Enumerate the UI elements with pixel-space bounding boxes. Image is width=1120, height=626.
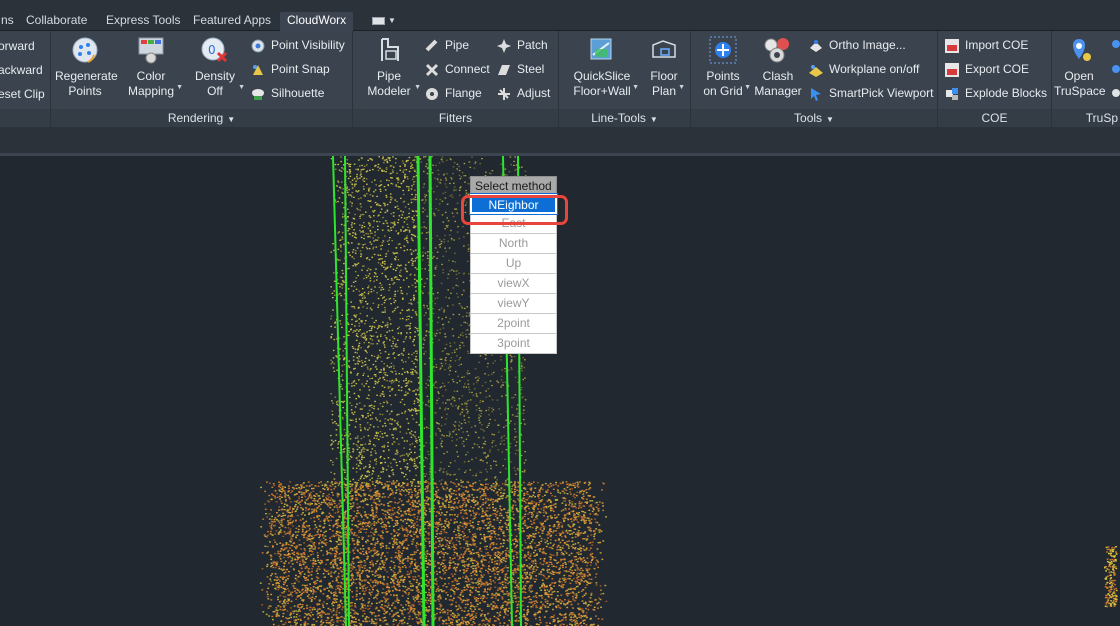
chevron-down-icon: ▼ <box>414 84 421 91</box>
menu-item-up[interactable]: Up <box>470 254 557 274</box>
line-tools-panel-title[interactable]: Line-Tools ▼ <box>559 109 690 127</box>
point-visibility-button[interactable]: Point Visibility <box>250 36 345 56</box>
explode-blocks-button[interactable]: Explode Blocks <box>944 84 1047 104</box>
adjust-button[interactable]: Adjust <box>496 84 550 104</box>
steel-icon <box>498 64 510 75</box>
chevron-down-icon: ▼ <box>238 84 245 91</box>
regenerate-icon <box>72 37 98 63</box>
rendering-panel-title[interactable]: Rendering ▼ <box>51 109 352 127</box>
points-on-grid-icon <box>709 36 737 64</box>
silhouette-button[interactable]: Silhouette <box>250 84 324 104</box>
floor-plan-icon <box>652 40 676 58</box>
smartpick-icon <box>811 87 821 101</box>
truspace-panel: Open TruSpace TruSp <box>1052 31 1120 127</box>
menu-item-viewx[interactable]: viewX <box>470 274 557 294</box>
drawing-viewport[interactable] <box>0 156 1120 626</box>
menu-item-east[interactable]: East <box>470 214 557 234</box>
tab-express-tools[interactable]: Express Tools <box>102 12 184 31</box>
ortho-image-button[interactable]: Ortho Image... <box>808 36 906 56</box>
connect-icon <box>425 63 439 76</box>
menu-item-3point[interactable]: 3point <box>470 334 557 354</box>
open-truspace-button[interactable]: Open TruSpace <box>1054 35 1106 99</box>
chevron-down-icon: ▼ <box>227 115 236 124</box>
truspace-panel-title: TruSp <box>1052 109 1120 127</box>
pipe-icon <box>425 39 438 52</box>
menu-title: Select method <box>470 176 557 194</box>
menu-item-north[interactable]: North <box>470 234 557 254</box>
tools-panel: Points on Grid ▼ Clash Manager Ortho Ima… <box>691 31 938 127</box>
truspace-extra-icons <box>1112 40 1120 97</box>
density-off-button[interactable]: 0 Density Off ▼ <box>189 35 245 99</box>
explode-blocks-icon <box>946 87 958 100</box>
coe-panel-title: COE <box>938 109 1051 127</box>
adjust-icon <box>498 87 510 100</box>
chevron-down-icon: ▼ <box>176 84 183 91</box>
rendering-panel: Regenerate Points Color Mapping ▼ 0 Dens… <box>51 31 353 127</box>
patch-icon <box>497 38 511 53</box>
flange-icon <box>426 87 438 100</box>
ortho-image-icon <box>810 39 822 52</box>
patch-button[interactable]: Patch <box>496 36 548 56</box>
fitters-panel: Pipe Modeler ▼ Pipe Connect Flange Patch… <box>353 31 559 127</box>
chevron-down-icon: ▼ <box>744 84 751 91</box>
connect-button[interactable]: Connect <box>424 60 490 80</box>
tab-ns[interactable]: ns <box>0 12 18 31</box>
point-cloud <box>259 156 1118 626</box>
workplane-toggle-button[interactable]: Workplane on/off <box>808 60 919 80</box>
import-coe-button[interactable]: Import COE <box>944 36 1028 56</box>
fitters-panel-title: Fitters <box>353 109 558 127</box>
tab-cloudworx[interactable]: CloudWorx <box>280 12 354 31</box>
select-method-menu: Select method NEighbor East North Up vie… <box>469 176 558 354</box>
clip-panel: orward ackward eset Clip <box>0 31 51 127</box>
chevron-down-icon: ▼ <box>649 115 658 124</box>
workplane-icon <box>809 64 823 77</box>
floor-plan-button[interactable]: Floor Plan ▼ <box>647 35 685 99</box>
quickslice-icon <box>590 38 612 60</box>
density-icon: 0 <box>201 37 228 63</box>
import-coe-icon <box>945 38 959 53</box>
chevron-down-icon: ▼ <box>678 84 685 91</box>
ribbon-bottom-strip <box>0 127 1120 153</box>
ribbon-tab-bar: ns Collaborate Express Tools Featured Ap… <box>0 0 1120 31</box>
tab-collaborate[interactable]: Collaborate <box>22 12 91 31</box>
regenerate-points-button[interactable]: Regenerate Points <box>55 35 118 99</box>
window-icon <box>372 17 385 25</box>
svg-text:0: 0 <box>208 43 216 57</box>
quickslice-button[interactable]: QuickSlice Floor+Wall ▼ <box>569 35 639 99</box>
tab-featured-apps[interactable]: Featured Apps <box>189 12 275 31</box>
backward-button[interactable]: ackward <box>0 61 43 81</box>
points-on-grid-button[interactable]: Points on Grid ▼ <box>699 35 751 99</box>
pipe-modeler-icon <box>381 38 399 61</box>
clash-manager-icon <box>764 38 789 63</box>
line-tools-panel: QuickSlice Floor+Wall ▼ Floor Plan ▼ Lin… <box>559 31 691 127</box>
point-visibility-icon <box>251 39 265 53</box>
pipe-modeler-button[interactable]: Pipe Modeler ▼ <box>361 35 421 99</box>
color-mapping-icon <box>138 37 164 64</box>
steel-button[interactable]: Steel <box>496 60 544 80</box>
reset-clip-button[interactable]: eset Clip <box>0 85 45 105</box>
menu-item-2point[interactable]: 2point <box>470 314 557 334</box>
forward-button[interactable]: orward <box>0 37 35 57</box>
menu-item-neighbor[interactable]: NEighbor <box>469 193 558 215</box>
menu-item-viewy[interactable]: viewY <box>470 294 557 314</box>
point-snap-icon <box>253 64 263 75</box>
workspace-switch-button[interactable]: ▼ <box>370 14 396 28</box>
truspace-icon <box>1072 39 1091 61</box>
pipe-button[interactable]: Pipe <box>424 36 469 56</box>
point-snap-button[interactable]: Point Snap <box>250 60 330 80</box>
chevron-down-icon: ▼ <box>826 115 834 124</box>
export-coe-icon <box>945 62 959 77</box>
clip-panel-title <box>0 109 50 127</box>
silhouette-icon <box>252 88 264 100</box>
tools-panel-title[interactable]: Tools ▼ <box>691 109 937 127</box>
coe-panel: Import COE Export COE Explode Blocks COE <box>938 31 1052 127</box>
smartpick-viewport-button[interactable]: SmartPick Viewport <box>808 84 933 104</box>
color-mapping-button[interactable]: Color Mapping ▼ <box>123 35 183 99</box>
chevron-down-icon: ▼ <box>632 84 639 91</box>
ribbon: orward ackward eset Clip Regenerate Poin… <box>0 31 1120 127</box>
export-coe-button[interactable]: Export COE <box>944 60 1029 80</box>
flange-button[interactable]: Flange <box>424 84 482 104</box>
chevron-down-icon: ▼ <box>388 16 396 25</box>
clash-manager-button[interactable]: Clash Manager <box>753 35 803 99</box>
